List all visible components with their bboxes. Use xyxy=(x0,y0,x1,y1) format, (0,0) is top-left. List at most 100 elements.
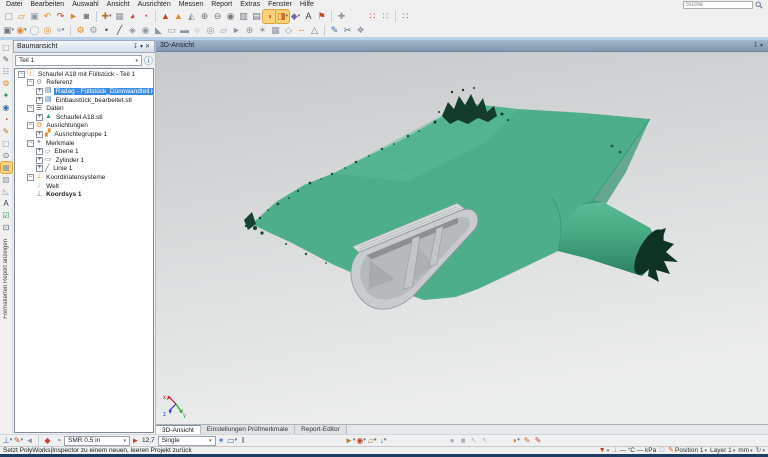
feature-line-icon[interactable]: ╱ xyxy=(113,24,126,37)
camera-icon[interactable]: ⊡ xyxy=(1,222,12,233)
menu-bearbeiten[interactable]: Bearbeiten xyxy=(26,0,68,9)
search-icon[interactable] xyxy=(755,1,763,9)
gear-orange-icon[interactable]: ⚙ xyxy=(1,78,12,89)
tree-item[interactable]: − ⊥ Koordinatensysteme xyxy=(15,173,153,182)
undo-icon[interactable]: ↶ xyxy=(41,10,54,23)
probe-group-icon[interactable]: ❖ xyxy=(354,24,367,37)
tab-einstellungen-pruefmerkmale[interactable]: Einstellungen Prüfmerkmale xyxy=(200,425,296,434)
feature-arrow-icon[interactable]: ► xyxy=(230,24,243,37)
wedge-icon[interactable]: ◺ xyxy=(1,186,12,197)
tree-item[interactable]: + ▤ Einbaustück_bearbeitet.stl xyxy=(15,96,153,105)
feature-ellipse-icon[interactable]: ○ xyxy=(191,24,204,37)
window-split-1-icon[interactable]: ▥ xyxy=(237,10,250,23)
tree-expander[interactable]: + xyxy=(36,130,43,138)
tree-expander[interactable]: + xyxy=(36,165,43,173)
scan-size-dropdown[interactable]: SMR 0.5 in ▾ xyxy=(64,435,130,446)
pin-drop-icon[interactable]: ↓ xyxy=(378,435,389,446)
tree-expander[interactable]: − xyxy=(27,79,34,87)
tab-3d-ansicht[interactable]: 3D-Ansicht xyxy=(156,425,201,434)
tree-item[interactable]: + ▱ Ebene 1 xyxy=(15,147,153,156)
probe-device-2-icon[interactable]: ◔ xyxy=(139,10,152,23)
tree-expander[interactable]: − xyxy=(27,173,34,181)
gauge-tool-icon[interactable]: ◎ xyxy=(41,24,54,37)
tree-item[interactable]: − ⓘ Schaufel A18 mit Füllstück - Teil 1 xyxy=(15,70,153,79)
tree-expander[interactable]: − xyxy=(27,139,34,147)
cluster-objects-1-icon[interactable]: ∷ xyxy=(366,10,379,23)
feature-patch-icon[interactable]: ▦ xyxy=(269,24,282,37)
left-strip-label[interactable]: Formatierten Report anzeigen xyxy=(3,239,9,319)
pin-icon[interactable]: ↧ xyxy=(132,43,139,50)
menu-fenster[interactable]: Fenster xyxy=(264,0,296,9)
align-tool-2-icon[interactable]: ▲ xyxy=(172,10,185,23)
color-pen-icon[interactable]: ✎ xyxy=(13,435,24,446)
3d-viewport[interactable]: x z y xyxy=(156,52,768,424)
share-icon[interactable]: ► xyxy=(67,10,80,23)
star-green-icon[interactable]: ✦ xyxy=(1,90,12,101)
probe-trim-icon[interactable]: ✂ xyxy=(341,24,354,37)
tree-item[interactable]: + ▲ Schaufel A18.stl xyxy=(15,113,153,122)
letter-a-icon[interactable]: A xyxy=(1,198,12,209)
control-reviewer-icon[interactable]: ◉ xyxy=(15,24,28,37)
tree-expander[interactable]: + xyxy=(36,156,43,164)
zoom-out-icon[interactable]: ⊖ xyxy=(211,10,224,23)
layer-dropdown[interactable]: Layer 1 ▾ xyxy=(710,447,735,454)
new-project-icon[interactable]: ▢ xyxy=(2,10,15,23)
tree-item[interactable]: − ☰ Daten xyxy=(15,104,153,113)
scene-view-icon[interactable]: ▦ xyxy=(113,10,126,23)
small-crosshair-icon[interactable]: ✚ xyxy=(335,10,348,23)
flag-note-icon[interactable]: ⚑ xyxy=(315,10,328,23)
digitize-1-icon[interactable]: ✎ xyxy=(522,435,533,446)
check-list-icon[interactable]: ☑ xyxy=(1,210,12,221)
circle-tool-icon[interactable]: ◯ xyxy=(28,24,41,37)
probe-compile-icon[interactable]: ✎ xyxy=(328,24,341,37)
probe-device-1-icon[interactable]: ◕ xyxy=(126,10,139,23)
cursor-run-icon[interactable]: ◗ xyxy=(511,435,522,446)
brush-icon[interactable]: ✎ xyxy=(1,126,12,137)
tree-expander[interactable]: + xyxy=(36,96,43,104)
tree-item[interactable]: − ⚙ Ausrichtungen xyxy=(15,122,153,131)
paint-brush-icon[interactable]: ► xyxy=(345,435,356,446)
search-scene-icon[interactable]: ⊙ xyxy=(1,150,12,161)
open-project-icon[interactable]: ▱ xyxy=(15,10,28,23)
folder-scan-icon[interactable]: ▱ xyxy=(367,435,378,446)
feature-surface-icon[interactable]: ✶ xyxy=(256,24,269,37)
window-mode-icon[interactable]: ▭ xyxy=(227,435,238,446)
tree-item[interactable]: ⊥ Welt xyxy=(15,182,153,191)
tab-report-editor[interactable]: Report-Editor xyxy=(295,425,347,434)
menu-ansicht[interactable]: Ansicht xyxy=(103,0,134,9)
part-selector[interactable]: Teil 1 ▾ xyxy=(15,55,142,66)
tree-display-icon[interactable]: ▣ xyxy=(2,24,15,37)
view-mode-dropdown[interactable]: Single ▾ xyxy=(157,435,216,446)
feature-distance-icon[interactable]: -- xyxy=(295,24,308,37)
feature-plane-icon[interactable]: ◈ xyxy=(126,24,139,37)
stop-icon[interactable]: ■ xyxy=(458,435,469,446)
feature-cylinder-icon[interactable]: ▭ xyxy=(165,24,178,37)
menu-auswahl[interactable]: Auswahl xyxy=(68,0,102,9)
selection-tool-icon[interactable]: ✚ xyxy=(100,10,113,23)
pen-tool-icon[interactable]: ✎ xyxy=(1,54,12,65)
feature-polygon-icon[interactable]: ◇ xyxy=(282,24,295,37)
timer-clock-icon[interactable]: ◔ xyxy=(53,435,64,446)
target-scan-icon[interactable]: ◉ xyxy=(356,435,367,446)
tree-item[interactable]: − ⚙ Referenz xyxy=(15,79,153,88)
eraser-icon[interactable]: ◄ xyxy=(24,435,35,446)
tree-item[interactable]: − ✦ Merkmale xyxy=(15,139,153,148)
probe-person-icon[interactable]: ✶ xyxy=(216,435,227,446)
grid-list-icon[interactable]: ☷ xyxy=(1,66,12,77)
device-coordsys-icon[interactable]: ⊥ xyxy=(2,435,13,446)
tree-expander[interactable]: + xyxy=(36,113,43,121)
orient-view-icon[interactable]: ◨ xyxy=(275,8,290,24)
menu-messen[interactable]: Messen xyxy=(175,0,208,9)
feature-point-icon[interactable]: • xyxy=(100,24,113,37)
feature-sphere-icon[interactable]: ⊕ xyxy=(243,24,256,37)
tree-item[interactable]: + ▞ Ausrichtegruppe 1 xyxy=(15,130,153,139)
undo-step-2-icon[interactable]: ↖ xyxy=(480,435,491,446)
flip-normals-icon[interactable]: ◑ xyxy=(262,8,277,24)
tree-expander[interactable]: + xyxy=(36,87,43,95)
chart-view-icon[interactable]: ▧ xyxy=(1,174,12,185)
pin-icon[interactable]: ↧ xyxy=(752,42,759,49)
snapshot-icon[interactable]: ◙ xyxy=(80,10,93,23)
tree-expander[interactable]: − xyxy=(18,70,25,78)
text-label-icon[interactable]: A xyxy=(302,10,315,23)
tree-expander[interactable]: − xyxy=(27,105,34,113)
